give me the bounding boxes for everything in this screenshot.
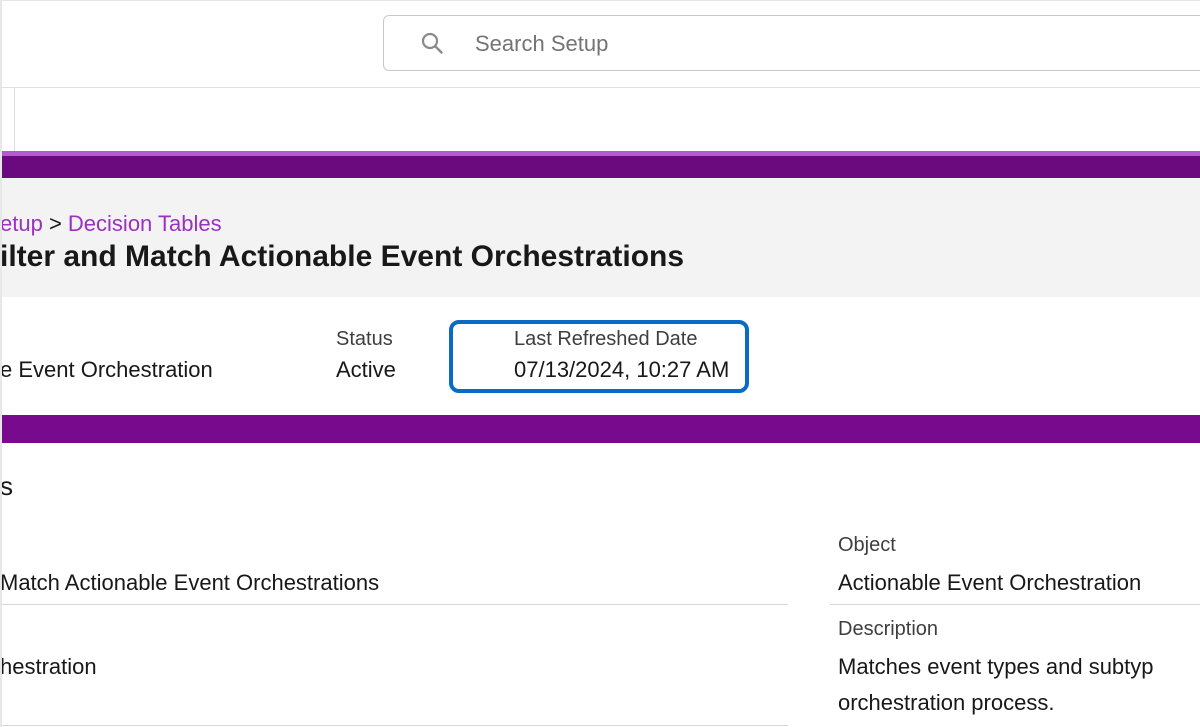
field-divider [0,604,788,605]
status-field-label: Status [336,328,393,350]
field-divider [830,604,1200,605]
window-left-edge [0,0,2,727]
header-top-border [0,0,1200,1]
breadcrumb-setup-link[interactable]: etup [0,211,43,236]
brand-band-highlight [0,151,1200,156]
global-header: Search Setup [0,0,1200,88]
status-field-value: Active [336,357,396,382]
last-refreshed-value: 07/13/2024, 10:27 AM [514,357,730,382]
tab-bar [0,88,1200,151]
page-header: etup > Decision Tables ilter and Match A… [0,178,1200,297]
type-detail-value: hestration [0,654,97,679]
search-input[interactable]: Search Setup [383,15,1200,71]
description-field-label: Description [838,618,939,640]
breadcrumb-decision-tables-link[interactable]: Decision Tables [68,211,222,236]
setup-page: Search Setup etup > Decision Tables ilte… [0,0,1200,727]
brand-band-section [0,415,1200,443]
highlight-fields: e Event Orchestration Status Active Last… [0,297,1200,415]
details-section: s Match Actionable Event Orchestrations … [0,443,1200,727]
search-placeholder: Search Setup [475,31,609,56]
breadcrumb-separator: > [48,211,68,236]
object-field-label: Object [838,534,896,556]
tab-bar-divider [14,88,15,151]
brand-band-top [0,151,1200,178]
type-field-value: e Event Orchestration [0,357,213,382]
search-icon [420,31,444,55]
description-field-value-line1: Matches event types and subtyp [838,654,1154,679]
name-field-value: Match Actionable Event Orchestrations [0,570,380,595]
field-divider [0,725,788,726]
description-field-value-line2: orchestration process. [838,690,1055,715]
breadcrumb: etup > Decision Tables [0,211,222,237]
object-field-value: Actionable Event Orchestration [838,570,1142,595]
page-title: ilter and Match Actionable Event Orchest… [0,240,685,273]
last-refreshed-label: Last Refreshed Date [514,328,698,350]
